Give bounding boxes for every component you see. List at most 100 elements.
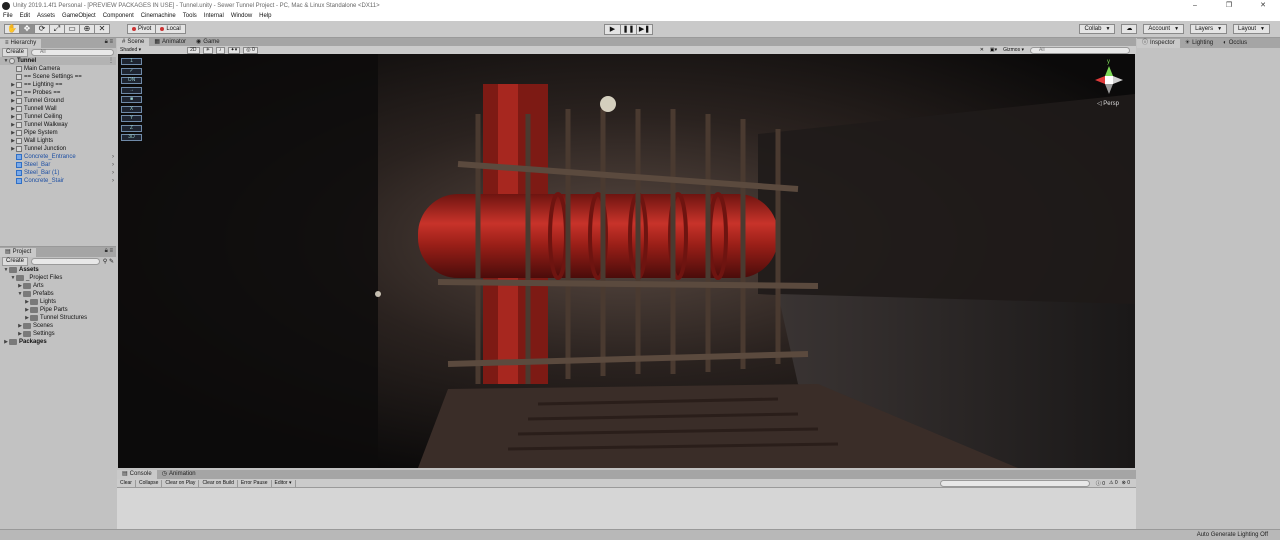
- scene-viewport[interactable]: y ◁ Persp: [118, 54, 1135, 468]
- hierarchy-item[interactable]: ▶ Tunnel Walkway: [0, 121, 116, 129]
- scene-overlay-button[interactable]: Z: [121, 124, 142, 132]
- scene-audio-toggle-icon[interactable]: ♪: [216, 46, 225, 54]
- menu-tools[interactable]: Tools: [183, 13, 197, 19]
- prefab-open-icon[interactable]: ›: [112, 177, 114, 185]
- error-count-badge[interactable]: ⊗ 0: [1122, 480, 1130, 486]
- scene-overlay-button[interactable]: 3D: [121, 134, 142, 141]
- menu-gameobject[interactable]: GameObject: [62, 13, 96, 19]
- project-search-input[interactable]: [31, 258, 100, 265]
- pause-button[interactable]: ❚❚: [620, 24, 637, 35]
- menu-component[interactable]: Component: [103, 13, 134, 19]
- hierarchy-item[interactable]: ▶ Tunnel Ground: [0, 97, 116, 105]
- hierarchy-item[interactable]: Concrete_Entrance ›: [0, 153, 116, 161]
- console-editor-dropdown[interactable]: Editor ▾: [272, 479, 296, 487]
- tab-lighting[interactable]: ☀ Lighting: [1180, 39, 1218, 48]
- scene-overlay-button[interactable]: ✓: [121, 67, 142, 75]
- project-folder-item[interactable]: ▼ Assets: [0, 266, 116, 274]
- scene-effects-toggle-icon[interactable]: ✦▾: [227, 46, 241, 54]
- console-search-input[interactable]: [939, 479, 1090, 487]
- scene-overlay-button[interactable]: →: [121, 86, 142, 94]
- tab-inspector[interactable]: ⓘ Inspector: [1137, 39, 1180, 48]
- rect-tool-icon[interactable]: ▭: [64, 24, 80, 34]
- scene-overlay-button[interactable]: X: [121, 105, 142, 113]
- project-folder-item[interactable]: ▶ Scenes: [0, 322, 116, 330]
- hierarchy-item[interactable]: ▶ == Probes ==: [0, 89, 116, 97]
- layout-dropdown[interactable]: Layout ▼: [1233, 24, 1270, 34]
- scene-orientation-gizmo[interactable]: y ◁ Persp: [1091, 59, 1127, 108]
- project-folder-item[interactable]: ▶ Lights: [0, 298, 116, 306]
- console-collapse-toggle[interactable]: Collapse: [136, 479, 163, 487]
- tab-scene[interactable]: # Scene: [117, 38, 150, 46]
- play-button[interactable]: ▶: [604, 24, 621, 35]
- tab-game[interactable]: ◉ Game: [191, 38, 225, 46]
- project-folder-item[interactable]: ▶ Settings: [0, 330, 116, 338]
- tab-console[interactable]: ▤ Console: [117, 470, 157, 479]
- step-button[interactable]: ▶❚: [636, 24, 653, 35]
- console-clear-button[interactable]: Clear: [117, 479, 136, 487]
- menu-help[interactable]: Help: [259, 13, 271, 19]
- scene-overlay-button[interactable]: Y: [121, 115, 142, 122]
- prefab-open-icon[interactable]: ›: [112, 169, 114, 177]
- menu-window[interactable]: Window: [231, 13, 252, 19]
- scene-tools-icon[interactable]: ✕: [980, 47, 984, 53]
- minimize-button[interactable]: –: [1178, 0, 1212, 11]
- hierarchy-item[interactable]: ▶ Pipe System: [0, 129, 116, 137]
- shading-mode-dropdown[interactable]: Shaded ▾: [120, 47, 141, 53]
- hierarchy-search-input[interactable]: All: [31, 49, 114, 56]
- project-folder-item[interactable]: ▶ Packages: [0, 338, 116, 346]
- tab-animation[interactable]: ◷ Animation: [157, 470, 201, 479]
- project-create-button[interactable]: Create: [2, 257, 29, 266]
- tab-project[interactable]: ▤ Project: [0, 248, 37, 257]
- console-log-area[interactable]: [117, 487, 1136, 529]
- hierarchy-item[interactable]: == Scene Settings ==: [0, 73, 116, 81]
- tab-occlusion[interactable]: ◐ Occlus: [1218, 39, 1252, 48]
- prefab-open-icon[interactable]: ›: [112, 153, 114, 161]
- toggle-2d-button[interactable]: 2D: [187, 46, 200, 54]
- hierarchy-item[interactable]: ▶ Wall Lights: [0, 137, 116, 145]
- pivot-toggle[interactable]: Pivot: [127, 24, 157, 34]
- transform-tool-icon[interactable]: ⊕: [79, 24, 95, 34]
- hand-tool-icon[interactable]: ✋: [4, 24, 20, 34]
- custom-tool-icon[interactable]: ✕: [94, 24, 110, 34]
- log-count-badge[interactable]: ⓘ 0: [1096, 480, 1105, 487]
- local-toggle[interactable]: Local: [155, 24, 186, 34]
- hierarchy-item[interactable]: ▶ == Lighting ==: [0, 81, 116, 89]
- scene-overlay-button[interactable]: ■: [121, 96, 142, 103]
- rotate-tool-icon[interactable]: ⟳: [34, 24, 50, 34]
- scene-row[interactable]: ▼ Tunnel ⋮: [0, 57, 116, 65]
- project-folder-item[interactable]: ▼ Prefabs: [0, 290, 116, 298]
- project-folder-item[interactable]: ▼ _Project Files: [0, 274, 116, 282]
- warning-count-badge[interactable]: ⚠ 0: [1109, 480, 1118, 486]
- hierarchy-item[interactable]: Concrete_Stair ›: [0, 177, 116, 185]
- filter-icon[interactable]: ⚲ ✎: [103, 258, 114, 265]
- scale-tool-icon[interactable]: ⤢: [49, 24, 65, 34]
- menu-file[interactable]: File: [3, 13, 13, 19]
- scene-overlay-button[interactable]: 1: [121, 58, 142, 65]
- hierarchy-item[interactable]: ▶ Tunnell Wall: [0, 105, 116, 113]
- scene-visibility-toggle-icon[interactable]: ◎ 0: [243, 46, 258, 54]
- persp-label[interactable]: ◁ Persp: [1097, 100, 1119, 107]
- console-error-pause-toggle[interactable]: Error Pause: [238, 479, 272, 487]
- menu-edit[interactable]: Edit: [20, 13, 30, 19]
- project-folder-item[interactable]: ▶ Arts: [0, 282, 116, 290]
- tab-hierarchy[interactable]: ≡ Hierarchy: [0, 39, 42, 48]
- hierarchy-create-button[interactable]: Create: [2, 48, 29, 57]
- project-folder-item[interactable]: ▶ Tunnel Structures: [0, 314, 116, 322]
- move-tool-icon[interactable]: ✥: [19, 24, 35, 34]
- layers-dropdown[interactable]: Layers ▼: [1190, 24, 1228, 34]
- prefab-open-icon[interactable]: ›: [112, 161, 114, 169]
- hierarchy-item[interactable]: ▶ Tunnel Junction: [0, 145, 116, 153]
- scene-search-input[interactable]: All: [1030, 46, 1130, 54]
- lock-icon[interactable]: 🔒︎ ≡: [105, 39, 113, 46]
- hierarchy-item[interactable]: Steel_Bar ›: [0, 161, 116, 169]
- hierarchy-item[interactable]: ▶ Tunnel Ceiling: [0, 113, 116, 121]
- menu-assets[interactable]: Assets: [37, 13, 55, 19]
- cloud-button[interactable]: ☁: [1121, 24, 1138, 34]
- menu-cinemachine[interactable]: Cinemachine: [141, 13, 176, 19]
- tab-animator[interactable]: ▦ Animator: [149, 38, 191, 46]
- console-clear-on-build-toggle[interactable]: Clear on Build: [199, 479, 238, 487]
- lock-icon[interactable]: 🔒︎ ≡: [105, 248, 113, 255]
- scene-overlay-button[interactable]: ON: [121, 77, 142, 84]
- collab-dropdown[interactable]: Collab ▼: [1079, 24, 1116, 34]
- camera-settings-icon[interactable]: ▣▾: [990, 47, 997, 53]
